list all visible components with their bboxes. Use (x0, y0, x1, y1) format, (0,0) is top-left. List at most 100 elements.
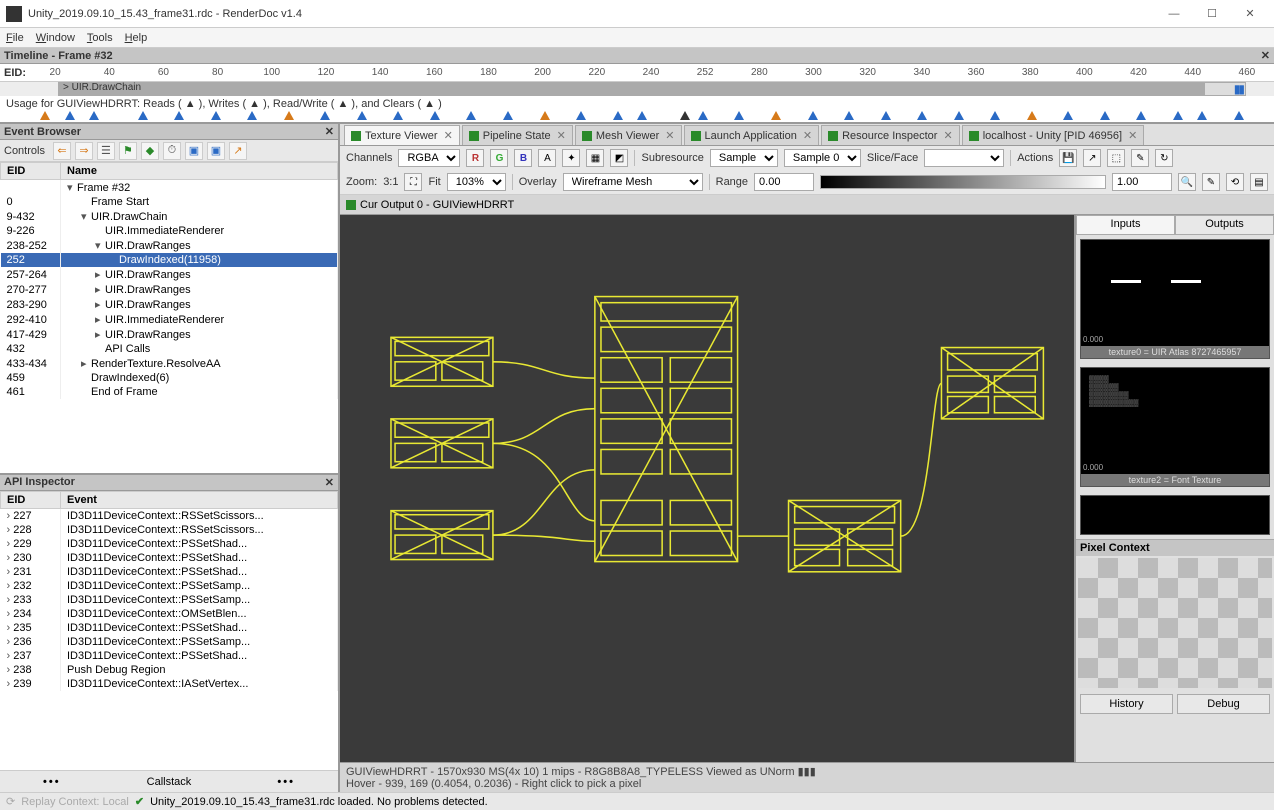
overlay-select[interactable]: Wireframe Mesh (563, 173, 703, 191)
tab-pipeline-state[interactable]: Pipeline State✕ (462, 125, 573, 145)
channel-r-toggle[interactable]: R (466, 149, 484, 167)
event-row[interactable]: 459DrawIndexed(6) (1, 371, 338, 385)
sample-select[interactable]: Sample 0 (784, 149, 861, 167)
texture-output-tab[interactable]: Cur Output 0 - GUIViewHDRRT (340, 195, 1274, 215)
flip-button[interactable]: ✦ (562, 149, 580, 167)
input-thumbnail-0[interactable]: 0.000 texture0 = UIR Atlas 8727465957 (1080, 239, 1270, 359)
autofit-button[interactable]: 🔍 (1178, 173, 1196, 191)
menu-tools[interactable]: Tools (87, 32, 113, 44)
reset-button[interactable]: ✎ (1202, 173, 1220, 191)
api-row[interactable]: 235ID3D11DeviceContext::PSSetShad... (1, 621, 338, 635)
event-row[interactable]: 0Frame Start (1, 195, 338, 209)
api-row[interactable]: 238Push Debug Region (1, 663, 338, 677)
event-row[interactable]: 292-410▸UIR.ImmediateRenderer (1, 312, 338, 327)
time-button[interactable]: ⏱ (163, 142, 181, 160)
tab-close-icon[interactable]: ✕ (665, 129, 674, 142)
open-button[interactable]: ↗ (1083, 149, 1101, 167)
api-row[interactable]: 229ID3D11DeviceContext::PSSetShad... (1, 537, 338, 551)
api-row[interactable]: 232ID3D11DeviceContext::PSSetSamp... (1, 579, 338, 593)
debug-button[interactable]: Debug (1177, 694, 1270, 714)
filter-button[interactable]: ▣ (185, 142, 203, 160)
prev-draw-button[interactable]: ⇐ (53, 142, 71, 160)
subresource-select[interactable]: Sample (710, 149, 778, 167)
range-max-input[interactable] (1112, 173, 1172, 191)
menu-help[interactable]: Help (125, 32, 148, 44)
api-row[interactable]: 230ID3D11DeviceContext::PSSetShad... (1, 551, 338, 565)
callstack-next[interactable]: ••• (277, 776, 295, 788)
event-row[interactable]: 283-290▸UIR.DrawRanges (1, 297, 338, 312)
tab-close-icon[interactable]: ✕ (1128, 129, 1137, 142)
close-button[interactable]: ✕ (1232, 3, 1268, 25)
next-draw-button[interactable]: ⇒ (75, 142, 93, 160)
tab-resource-inspector[interactable]: Resource Inspector✕ (821, 125, 960, 145)
export-button[interactable]: ↗ (229, 142, 247, 160)
tab-close-icon[interactable]: ✕ (803, 129, 812, 142)
pixel-context-view[interactable] (1078, 558, 1272, 688)
api-row[interactable]: 233ID3D11DeviceContext::PSSetSamp... (1, 593, 338, 607)
extra-button[interactable]: ▤ (1250, 173, 1268, 191)
channels-select[interactable]: RGBA (398, 149, 460, 167)
goto-button[interactable]: ⬚ (1107, 149, 1125, 167)
select-button[interactable]: ▣ (207, 142, 225, 160)
histogram-button[interactable]: ⟲ (1226, 173, 1244, 191)
side-tab-outputs[interactable]: Outputs (1175, 215, 1274, 235)
input-thumbnail-2[interactable] (1080, 495, 1270, 535)
event-row[interactable]: 270-277▸UIR.DrawRanges (1, 282, 338, 297)
api-row[interactable]: 227ID3D11DeviceContext::RSSetScissors... (1, 508, 338, 523)
api-row[interactable]: 231ID3D11DeviceContext::PSSetShad... (1, 565, 338, 579)
channel-b-toggle[interactable]: B (514, 149, 532, 167)
event-row[interactable]: 9-432▾UIR.DrawChain (1, 209, 338, 224)
api-row[interactable]: 237ID3D11DeviceContext::PSSetShad... (1, 649, 338, 663)
event-row[interactable]: 238-252▾UIR.DrawRanges (1, 238, 338, 253)
toolbar-button[interactable]: ☰ (97, 142, 115, 160)
callstack-prev[interactable]: ••• (43, 776, 61, 788)
flag-button[interactable]: ⚑ (119, 142, 137, 160)
panel-close-icon[interactable]: ✕ (325, 125, 334, 138)
pixel-button[interactable]: ✎ (1131, 149, 1149, 167)
range-min-input[interactable] (754, 173, 814, 191)
range-slider[interactable] (820, 175, 1106, 189)
channel-a-toggle[interactable]: A (538, 149, 556, 167)
background-button[interactable]: ◩ (610, 149, 628, 167)
event-row[interactable]: 417-429▸UIR.DrawRanges (1, 327, 338, 342)
sliceface-select[interactable] (924, 149, 1004, 167)
replay-context[interactable]: ⟳ (6, 795, 15, 808)
tab-close-icon[interactable]: ✕ (444, 129, 453, 142)
event-row[interactable]: ▾Frame #32 (1, 180, 338, 196)
maximize-button[interactable]: ☐ (1194, 3, 1230, 25)
menu-window[interactable]: Window (36, 32, 75, 44)
fit-button[interactable]: ⛶ (404, 173, 422, 191)
api-row[interactable]: 234ID3D11DeviceContext::OMSetBlen... (1, 607, 338, 621)
bookmark-button[interactable]: ◆ (141, 142, 159, 160)
input-thumbnail-1[interactable]: ▒▒▒▒▒▒▒▒▒▒▒▒▒▒▒▒▒▒▒▒▒▒▒▒▒▒▒▒ 0.000 textu… (1080, 367, 1270, 487)
event-row[interactable]: 433-434▸RenderTexture.ResolveAA (1, 356, 338, 371)
api-row[interactable]: 239ID3D11DeviceContext::IASetVertex... (1, 677, 338, 691)
event-row[interactable]: 257-264▸UIR.DrawRanges (1, 267, 338, 282)
tab-close-icon[interactable]: ✕ (557, 129, 566, 142)
event-browser-table[interactable]: EID Name ▾Frame #320Frame Start9-432▾UIR… (0, 162, 338, 473)
event-row[interactable]: 461End of Frame (1, 385, 338, 399)
event-row[interactable]: 432API Calls (1, 342, 338, 356)
api-inspector-table[interactable]: EID Event 227ID3D11DeviceContext::RSSetS… (0, 491, 338, 770)
tab-launch-application[interactable]: Launch Application✕ (684, 125, 820, 145)
tab-mesh-viewer[interactable]: Mesh Viewer✕ (575, 125, 682, 145)
channel-g-toggle[interactable]: G (490, 149, 508, 167)
timeline-close-icon[interactable]: ✕ (1261, 49, 1270, 62)
event-row[interactable]: 9-226UIR.ImmediateRenderer (1, 224, 338, 238)
col-eid[interactable]: EID (1, 163, 61, 180)
tab-close-icon[interactable]: ✕ (943, 129, 952, 142)
grid-button[interactable]: ▦ (586, 149, 604, 167)
col-eid[interactable]: EID (1, 491, 61, 508)
timeline-bar[interactable]: > UIR.DrawChain ▮▮ (58, 82, 1246, 96)
zoom-pct-select[interactable]: 103% (447, 173, 506, 191)
texture-canvas[interactable] (340, 215, 1074, 762)
history-button[interactable]: History (1080, 694, 1173, 714)
side-tab-inputs[interactable]: Inputs (1076, 215, 1175, 235)
api-row[interactable]: 236ID3D11DeviceContext::PSSetSamp... (1, 635, 338, 649)
minimize-button[interactable]: — (1156, 3, 1192, 25)
col-name[interactable]: Name (61, 163, 338, 180)
api-row[interactable]: 228ID3D11DeviceContext::RSSetScissors... (1, 523, 338, 537)
tab-localhost[interactable]: localhost - Unity [PID 46956]✕ (962, 125, 1145, 145)
save-button[interactable]: 💾 (1059, 149, 1077, 167)
event-row[interactable]: 252DrawIndexed(11958) (1, 253, 338, 267)
